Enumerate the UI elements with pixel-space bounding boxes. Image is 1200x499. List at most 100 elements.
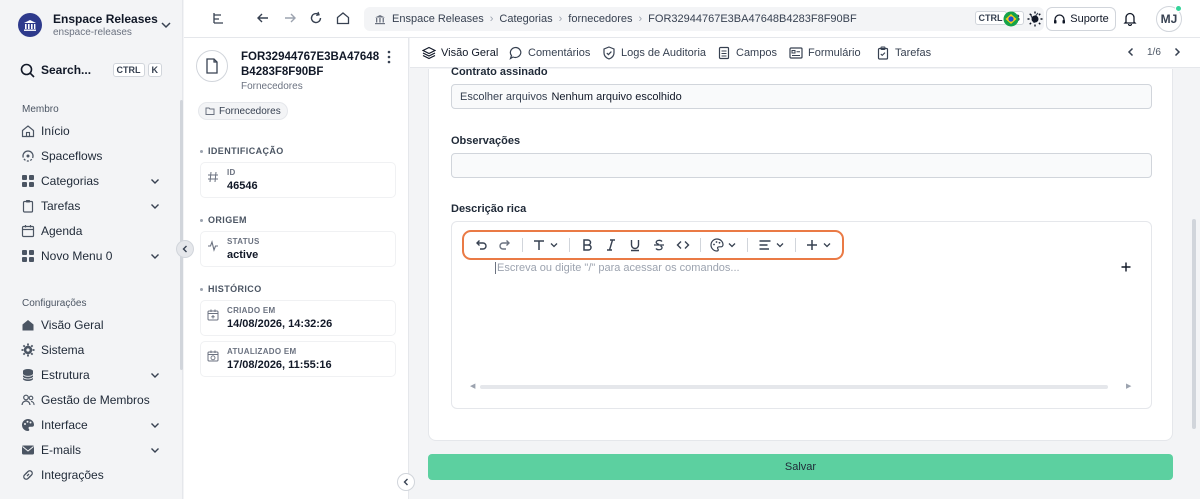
avatar-initials: MJ: [1160, 12, 1178, 26]
refresh-icon[interactable]: [309, 11, 323, 25]
nav-item-gestao-membros[interactable]: Gestão de Membros: [21, 389, 161, 411]
top-bar: Enspace Releases › Categorias › forneced…: [184, 0, 1200, 38]
home-icon[interactable]: [336, 11, 350, 25]
workspace-switcher[interactable]: Enspace Releases enspace-releases: [18, 10, 173, 40]
chevron-left-icon[interactable]: [1125, 46, 1137, 58]
nav-label: Gestão de Membros: [41, 393, 150, 407]
strikethrough-button[interactable]: [652, 238, 666, 252]
align-left-icon: [759, 240, 771, 250]
text-style-dropdown[interactable]: [532, 238, 559, 252]
back-arrow-icon[interactable]: [256, 11, 270, 25]
chat-icon: [509, 46, 522, 60]
tab-tarefas[interactable]: Tarefas: [876, 38, 931, 68]
nav-label: Categorias: [41, 174, 100, 188]
file-input[interactable]: Escolher arquivos Nenhum arquivo escolhi…: [451, 84, 1152, 109]
editor-placeholder[interactable]: Escreva ou digite "/" para acessar os co…: [495, 262, 740, 274]
content-scrollbar[interactable]: [1192, 219, 1196, 429]
nav-item-tarefas[interactable]: Tarefas: [21, 195, 161, 217]
bell-icon[interactable]: [1123, 11, 1137, 26]
collapse-sidebar-button[interactable]: [176, 240, 194, 258]
scroll-right-arrow[interactable]: ▶: [1126, 382, 1131, 390]
field-created: CRIADO EM 14/08/2026, 14:32:26: [200, 300, 396, 336]
sidebar-scrollbar[interactable]: [180, 100, 183, 370]
tab-visao-geral[interactable]: Visão Geral: [422, 38, 498, 68]
palette-icon: [22, 419, 34, 431]
forward-arrow-icon[interactable]: [283, 11, 297, 25]
kbd-k: K: [147, 63, 162, 77]
chevron-down-icon: [550, 243, 558, 248]
nav-item-sistema[interactable]: Sistema: [21, 339, 161, 361]
field-value: 14/08/2026, 14:32:26: [227, 318, 333, 330]
sidebar-toggle-icon[interactable]: [212, 11, 226, 25]
bold-icon: [583, 239, 592, 251]
choose-files-button[interactable]: Escolher arquivos: [460, 91, 547, 103]
chevron-down-icon: [151, 179, 159, 184]
tab-comentarios[interactable]: Comentários: [509, 38, 590, 68]
search-icon: [20, 63, 35, 78]
record-title: FOR32944767E3BA47648B4283F8F90BF: [241, 51, 380, 78]
link-icon: [23, 470, 33, 480]
users-icon: [21, 394, 35, 406]
code-button[interactable]: [676, 238, 690, 252]
nav-item-agenda[interactable]: Agenda: [21, 220, 161, 242]
support-button[interactable]: Suporte: [1046, 7, 1116, 31]
grid-icon: [22, 175, 34, 187]
tab-campos[interactable]: Campos: [717, 38, 777, 68]
record-tabs: Visão Geral Comentários Logs de Auditori…: [410, 38, 1200, 68]
rich-text-editor[interactable]: Escreva ou digite "/" para acessar os co…: [451, 221, 1152, 409]
undo-button[interactable]: [474, 238, 488, 252]
redo-button[interactable]: [498, 238, 512, 252]
kbd-ctrl: CTRL: [112, 63, 145, 77]
category-tag[interactable]: Fornecedores: [198, 102, 288, 120]
record-pager: 1/6: [1125, 46, 1183, 58]
align-dropdown[interactable]: [758, 238, 785, 252]
nav-item-estrutura[interactable]: Estrutura: [21, 364, 161, 386]
nav-item-novo-menu[interactable]: Novo Menu 0: [21, 245, 161, 267]
italic-button[interactable]: [604, 238, 618, 252]
insert-dropdown[interactable]: [805, 238, 832, 252]
contract-label: Contrato assinado: [451, 66, 548, 78]
save-button[interactable]: Salvar: [428, 454, 1173, 480]
bold-button[interactable]: [580, 238, 594, 252]
color-dropdown[interactable]: [710, 238, 737, 252]
breadcrumb-item[interactable]: Enspace Releases: [392, 13, 484, 25]
list-icon: [718, 46, 730, 60]
clipboard-icon: [22, 200, 34, 213]
notes-input[interactable]: [451, 153, 1152, 178]
nav-label: Visão Geral: [41, 318, 104, 332]
field-label: ID: [227, 168, 236, 177]
activity-icon: [208, 240, 218, 252]
pager-label: 1/6: [1147, 46, 1161, 58]
tab-logs-auditoria[interactable]: Logs de Auditoria: [602, 38, 706, 68]
breadcrumb-item[interactable]: fornecedores: [568, 13, 632, 25]
workspace-name: Enspace Releases: [53, 12, 158, 26]
search-button[interactable]: Search... CTRL K: [20, 60, 162, 80]
nav-item-spaceflows[interactable]: Spaceflows: [21, 145, 161, 167]
more-options-icon[interactable]: [384, 50, 394, 64]
scroll-left-arrow[interactable]: ◀: [470, 382, 475, 390]
kbd-ctrl: CTRL: [974, 11, 1007, 25]
add-block-icon[interactable]: [1120, 261, 1132, 273]
nav-item-inicio[interactable]: Início: [21, 120, 161, 142]
underline-button[interactable]: [628, 238, 642, 252]
chevron-right-icon[interactable]: [1171, 46, 1183, 58]
nav-item-integracoes[interactable]: Integrações: [21, 464, 161, 486]
breadcrumb: Enspace Releases › Categorias › forneced…: [364, 7, 1044, 31]
mail-icon: [22, 445, 34, 455]
nav-item-visao-geral[interactable]: Visão Geral: [21, 314, 161, 336]
brazil-flag-icon[interactable]: [1003, 11, 1019, 27]
tab-formulario[interactable]: Formulário: [789, 38, 861, 68]
form-icon: [789, 47, 803, 59]
nav-item-interface[interactable]: Interface: [21, 414, 161, 436]
nav-item-categorias[interactable]: Categorias: [21, 170, 161, 192]
tab-label: Logs de Auditoria: [621, 47, 707, 59]
collapse-record-panel-button[interactable]: [397, 473, 415, 491]
section-label: IDENTIFICAÇÃO: [208, 146, 284, 156]
editor-horizontal-scrollbar[interactable]: [480, 385, 1108, 389]
chevron-down-icon: [151, 373, 159, 378]
field-status: STATUS active: [200, 231, 396, 267]
nav-item-emails[interactable]: E-mails: [21, 439, 161, 461]
breadcrumb-item[interactable]: Categorias: [499, 13, 552, 25]
sun-icon[interactable]: [1027, 11, 1043, 27]
calendar-clock-icon: [207, 350, 219, 362]
